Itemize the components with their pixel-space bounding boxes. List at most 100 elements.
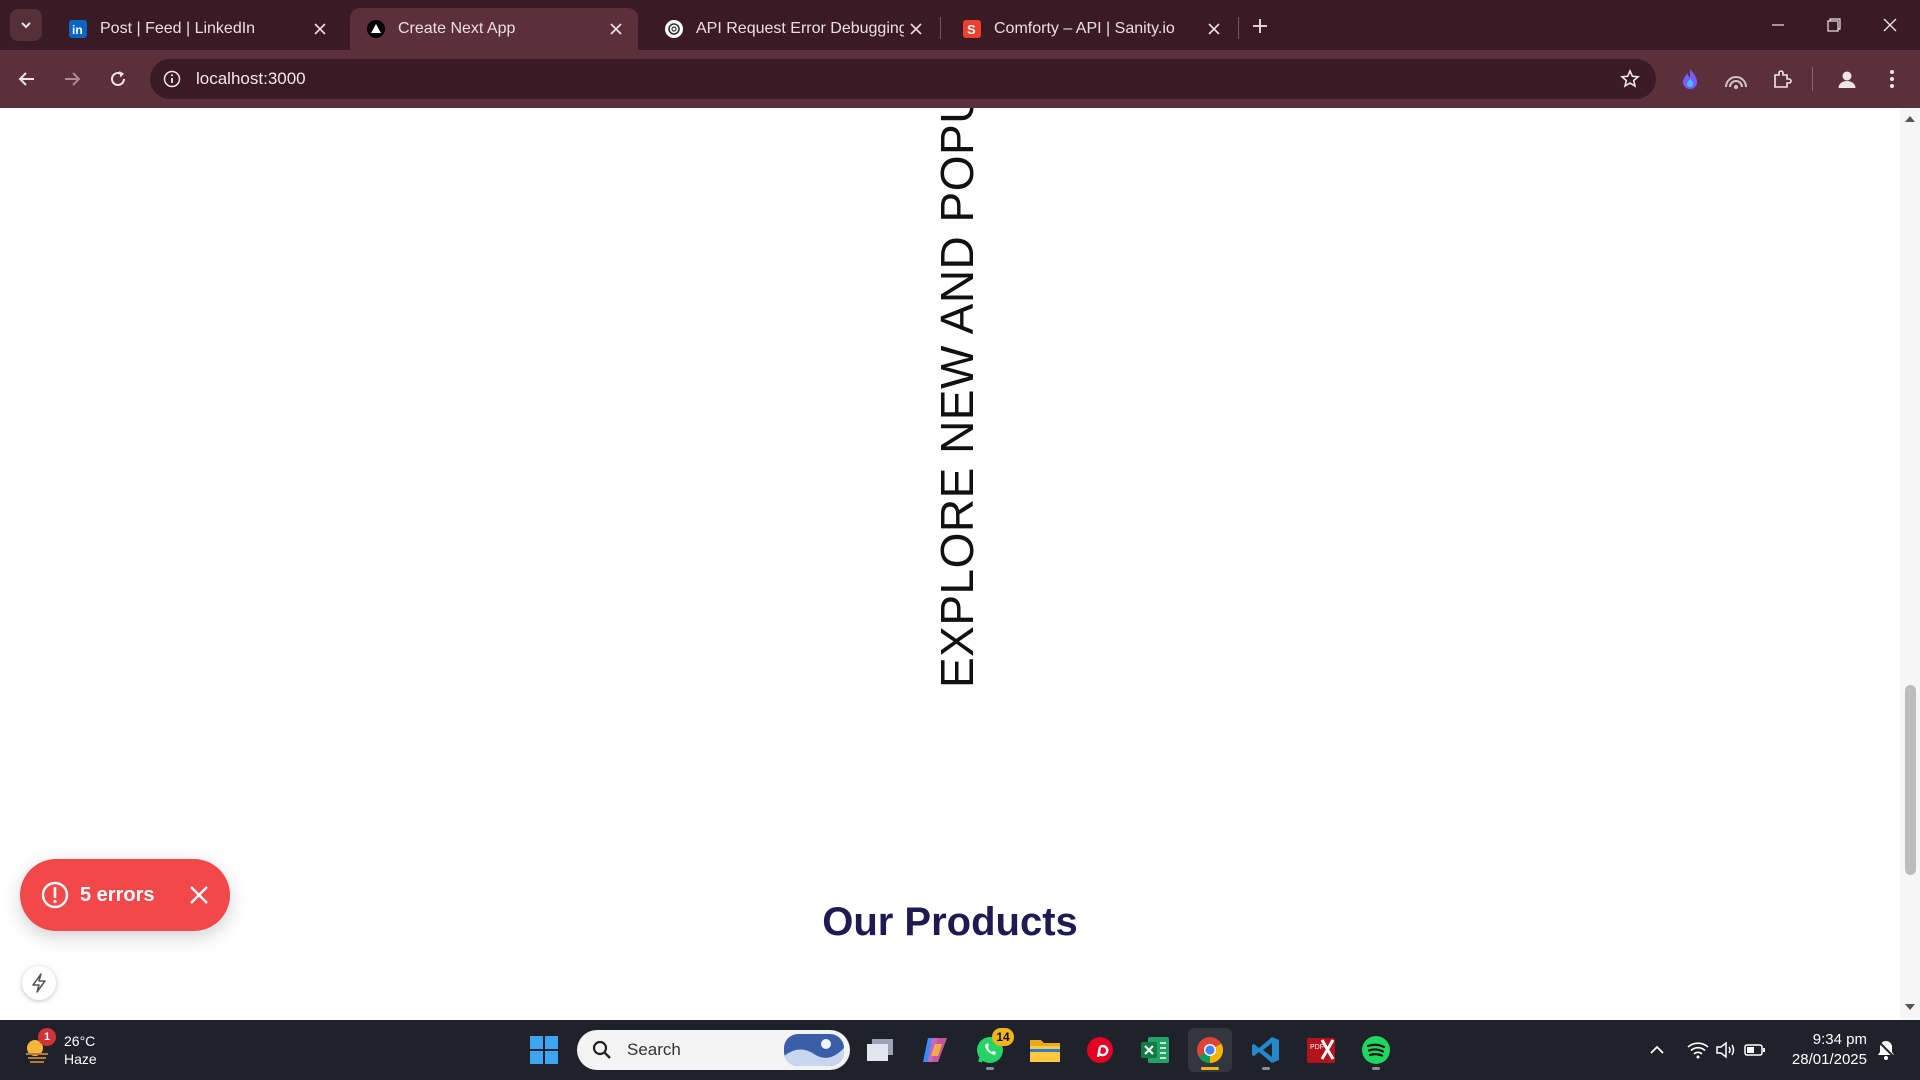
browser-toolbar: localhost:3000 [0, 50, 1920, 108]
address-bar[interactable]: localhost:3000 [150, 59, 1656, 99]
plus-icon [1253, 19, 1267, 33]
excel-button[interactable] [1133, 1028, 1177, 1072]
profile-avatar-icon[interactable] [1833, 65, 1861, 93]
scrollbar-thumb[interactable] [1905, 685, 1916, 875]
copilot-button[interactable] [913, 1028, 957, 1072]
chevron-down-icon [21, 22, 31, 29]
page-scrollbar[interactable] [1900, 108, 1920, 1020]
minimize-icon [1772, 24, 1784, 26]
vscode-button[interactable] [1244, 1028, 1288, 1072]
svg-text:in: in [72, 23, 83, 37]
weather-widget[interactable]: 1 26°C Haze [22, 1026, 97, 1074]
task-view-button[interactable] [858, 1028, 902, 1072]
volume-icon[interactable] [1714, 1038, 1738, 1062]
close-icon [1883, 18, 1897, 32]
notifications-bell-icon[interactable] [1874, 1038, 1898, 1062]
start-button[interactable] [522, 1028, 566, 1072]
clock-time: 9:34 pm [1812, 1031, 1867, 1048]
our-products-heading: Our Products [822, 900, 1078, 944]
restore-icon [1827, 18, 1841, 32]
site-info-icon[interactable] [160, 67, 184, 91]
back-button[interactable] [9, 61, 45, 97]
errors-count-label[interactable]: 5 errors [80, 884, 155, 907]
tab-search-button[interactable] [10, 9, 42, 41]
active-app-indicator [1201, 1067, 1219, 1070]
chatgpt-icon [664, 19, 684, 39]
reload-button[interactable] [100, 61, 136, 97]
nextjs-errors-toast[interactable]: 5 errors [20, 859, 230, 931]
running-indicator [1372, 1067, 1380, 1070]
search-icon [591, 1039, 613, 1061]
tab-api-request-error[interactable]: API Request Error Debugging [648, 8, 938, 50]
tab-divider [940, 17, 941, 39]
tab-title: Create Next App [398, 20, 516, 37]
pdf-icon: PDF [1307, 1038, 1335, 1063]
svg-text:S: S [967, 22, 976, 37]
minimize-button[interactable] [1750, 0, 1806, 50]
toolbar-divider [1812, 67, 1813, 91]
pinterest-button[interactable] [1078, 1028, 1122, 1072]
chrome-button[interactable] [1188, 1028, 1232, 1072]
vertical-hero-heading: EXPLORE NEW AND POPULA [931, 108, 983, 688]
taskbar-search-placeholder: Search [627, 1040, 681, 1059]
url-text[interactable]: localhost:3000 [196, 69, 306, 89]
whatsapp-button[interactable]: 14 [968, 1028, 1014, 1072]
task-view-icon [867, 1039, 893, 1061]
restore-button[interactable] [1806, 0, 1862, 50]
nextjs-dev-indicator[interactable] [22, 966, 56, 1000]
search-highlight-illustration [784, 1034, 844, 1066]
flame-extension-icon[interactable] [1676, 65, 1704, 93]
tab-title: Comforty – API | Sanity.io [994, 20, 1175, 37]
lightning-bolt-icon [32, 973, 46, 993]
taskbar-search-box[interactable]: Search [577, 1030, 850, 1070]
running-indicator [986, 1067, 994, 1070]
pinterest-icon [1087, 1037, 1113, 1063]
pdf-reader-button[interactable]: PDF [1299, 1028, 1343, 1072]
scroll-down-arrow-icon[interactable] [1905, 1004, 1915, 1010]
spotify-button[interactable] [1354, 1028, 1398, 1072]
linkedin-icon: in [68, 19, 88, 39]
scroll-up-arrow-icon[interactable] [1905, 116, 1915, 122]
copilot-icon [923, 1038, 947, 1062]
browser-tab-strip: in Post | Feed | LinkedIn Create Next Ap… [0, 0, 1920, 50]
tab-create-next-app[interactable]: Create Next App [350, 8, 638, 50]
browser-menu-icon[interactable] [1878, 65, 1906, 93]
forward-button[interactable] [54, 61, 90, 97]
running-indicator [1262, 1067, 1270, 1070]
weather-temperature: 26°C [64, 1033, 96, 1049]
sanity-icon: S [962, 19, 982, 39]
reload-icon [111, 71, 125, 86]
spotify-icon [1362, 1036, 1390, 1064]
close-tab-icon[interactable] [1202, 17, 1226, 41]
arrow-right-icon [65, 72, 81, 86]
tab-linkedin[interactable]: in Post | Feed | LinkedIn [52, 8, 342, 50]
chrome-icon [1197, 1037, 1224, 1064]
weather-sun-haze-icon: 1 [22, 1028, 56, 1066]
tab-title: Post | Feed | LinkedIn [100, 20, 256, 37]
error-alert-icon [40, 880, 70, 910]
whatsapp-unread-badge: 14 [992, 1028, 1014, 1046]
taskbar-clock[interactable]: 9:34 pm 28/01/2025 [1787, 1030, 1867, 1070]
nextjs-triangle-icon [366, 19, 386, 39]
close-icon[interactable] [185, 881, 213, 909]
close-window-button[interactable] [1862, 0, 1918, 50]
close-tab-icon[interactable] [604, 17, 628, 41]
file-explorer-button[interactable] [1023, 1028, 1067, 1072]
page-viewport: EXPLORE NEW AND POPULA Our Products 5 er… [0, 108, 1920, 1020]
close-tab-icon[interactable] [904, 17, 928, 41]
extensions-puzzle-icon[interactable] [1768, 65, 1796, 93]
clock-date: 28/01/2025 [1791, 1051, 1867, 1068]
excel-icon [1141, 1037, 1169, 1063]
windows-taskbar: 1 26°C Haze Search 14 PDF 9:34 pm 28/01/… [0, 1020, 1920, 1080]
show-hidden-icons-chevron-up-icon[interactable] [1645, 1038, 1669, 1062]
battery-icon[interactable] [1743, 1038, 1767, 1062]
bookmark-star-icon[interactable] [1618, 67, 1642, 91]
tab-title: API Request Error Debugging [696, 20, 904, 37]
vpn-extension-icon[interactable] [1722, 65, 1750, 93]
new-tab-button[interactable] [1246, 12, 1274, 40]
weather-description: Haze [64, 1051, 97, 1067]
tab-comforty-sanity[interactable]: S Comforty – API | Sanity.io [946, 8, 1236, 50]
close-tab-icon[interactable] [308, 17, 332, 41]
wifi-icon[interactable] [1686, 1038, 1710, 1062]
folder-icon [1030, 1040, 1060, 1062]
